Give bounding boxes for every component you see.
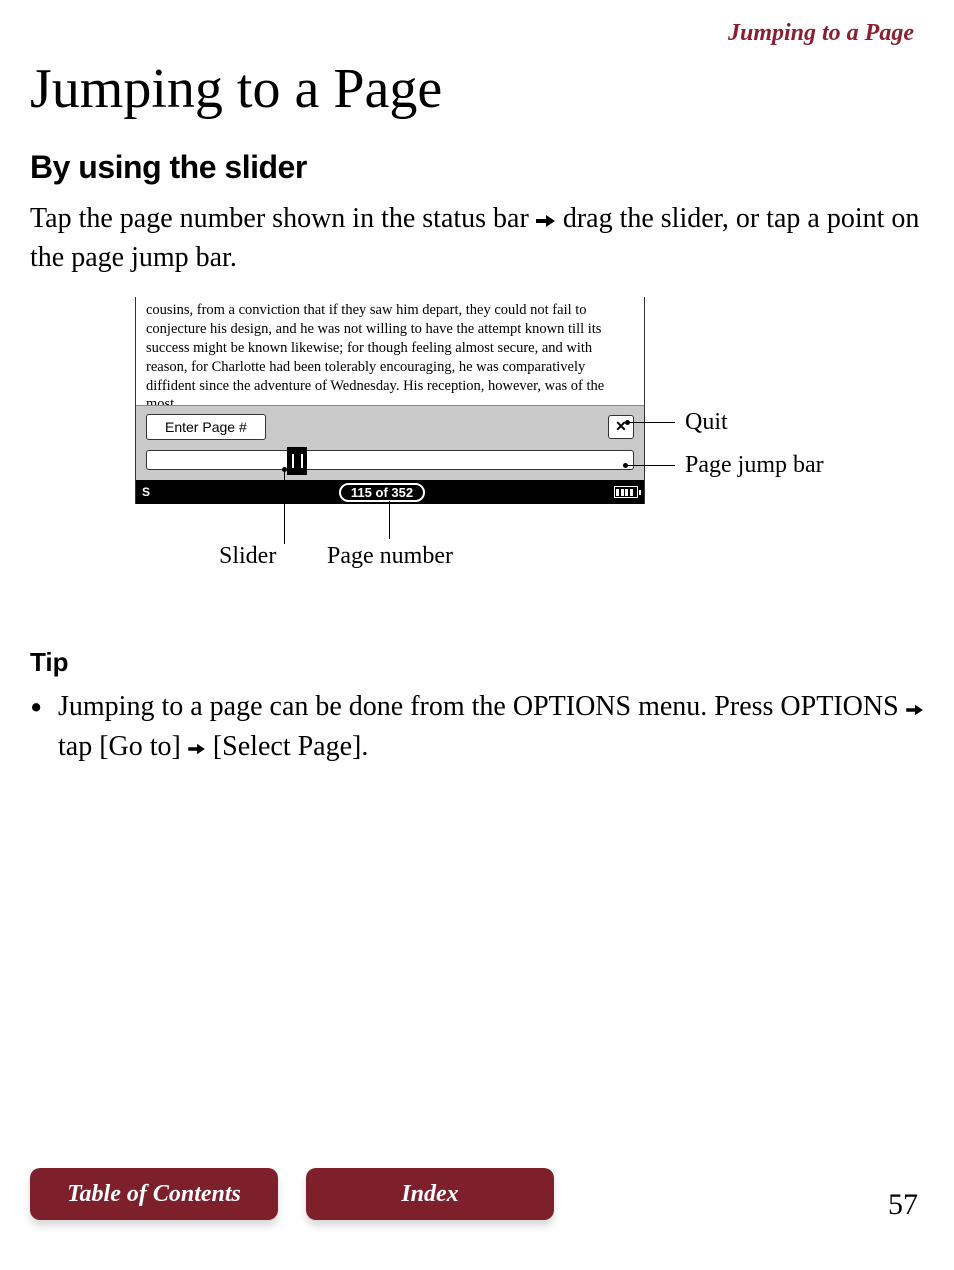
- toc-button[interactable]: Table of Contents: [30, 1168, 278, 1220]
- callout-slider-label: Slider: [219, 543, 276, 570]
- tip-text-mid: tap [Go to]: [58, 731, 181, 762]
- callout-quit: Quit: [625, 409, 728, 436]
- running-header: Jumping to a Page: [30, 20, 914, 47]
- callout-page-number-label: Page number: [327, 543, 453, 570]
- callout-page-number: [389, 501, 390, 539]
- index-button[interactable]: Index: [306, 1168, 554, 1220]
- section-subheading: By using the slider: [30, 149, 924, 186]
- tip-list: Jumping to a page can be done from the O…: [30, 688, 924, 767]
- slider-handle[interactable]: [287, 447, 307, 475]
- tip-text-pre: Jumping to a page can be done from the O…: [58, 691, 899, 722]
- page-title: Jumping to a Page: [30, 57, 924, 121]
- jump-control-panel: Enter Page # ✕: [136, 405, 644, 480]
- battery-icon: [614, 486, 638, 498]
- tip-heading: Tip: [30, 647, 924, 678]
- section-body: Tap the page number shown in the status …: [30, 200, 924, 277]
- diagram-figure: cousins, from a conviction that if they …: [135, 297, 924, 607]
- enter-page-button[interactable]: Enter Page #: [146, 414, 266, 440]
- page-number: 57: [888, 1188, 918, 1222]
- body-text-pre: Tap the page number shown in the status …: [30, 203, 529, 234]
- callout-page-jump-bar: Page jump bar: [623, 452, 824, 479]
- tip-item: Jumping to a page can be done from the O…: [30, 688, 924, 767]
- arrow-right-icon: [536, 202, 556, 240]
- status-left-indicator: S: [142, 485, 150, 499]
- callout-slider: [284, 467, 287, 544]
- arrow-right-icon: [188, 729, 206, 767]
- arrow-right-icon: [906, 690, 924, 728]
- tip-text-post: [Select Page].: [213, 731, 369, 762]
- page-jump-bar[interactable]: [146, 450, 634, 470]
- reader-page-snippet: cousins, from a conviction that if they …: [136, 297, 644, 405]
- page-number-indicator[interactable]: 115 of 352: [339, 483, 425, 502]
- status-bar: S 115 of 352: [136, 480, 644, 504]
- reader-frame: cousins, from a conviction that if they …: [135, 297, 645, 504]
- footer-buttons: Table of Contents Index: [30, 1168, 554, 1220]
